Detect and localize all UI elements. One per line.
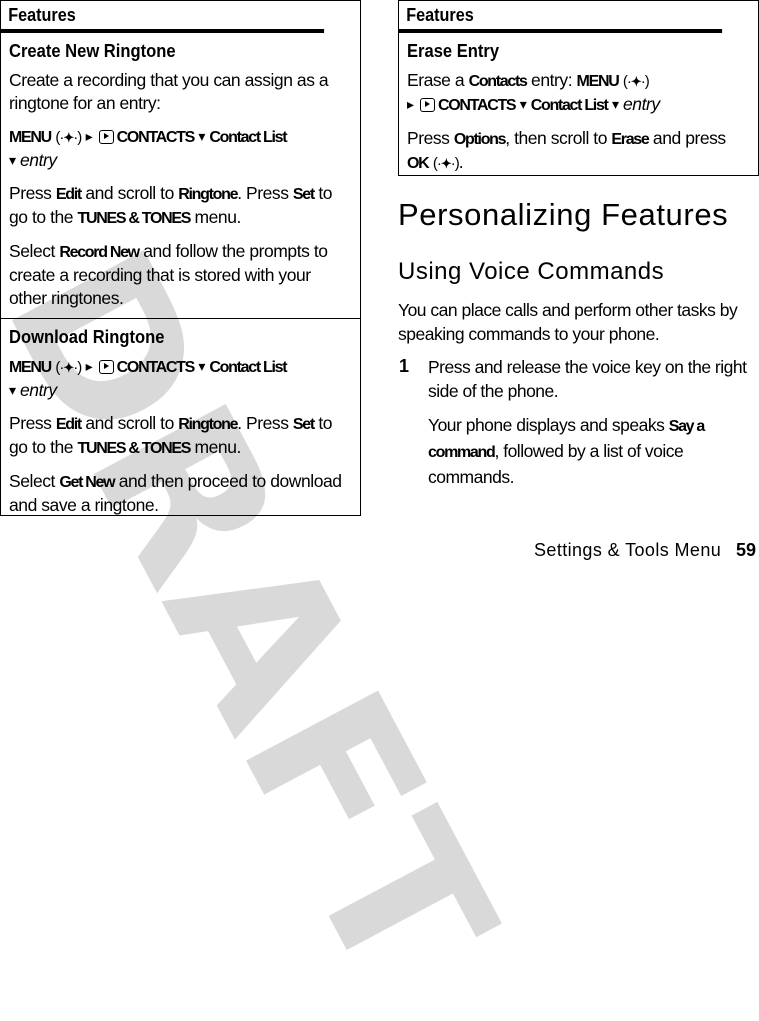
options-key: Options: [453, 131, 507, 148]
section-intro: You can place calls and perform other ta…: [398, 300, 738, 344]
tunes-tones-key: TUNES & TONES: [77, 210, 191, 227]
page-number: 59: [736, 540, 757, 560]
arrow-right-icon: ▸: [85, 358, 93, 374]
contacts-key: Contacts: [468, 73, 528, 90]
contact-list-key: Contact List: [209, 129, 287, 146]
text: menu.: [190, 437, 242, 457]
menu-key: MENU: [576, 73, 620, 90]
menu-path: MENU (·✦·) ▸ CONTACTS ▾ Contact List ▾ e…: [9, 125, 352, 172]
text: , then scroll to: [505, 128, 612, 148]
contacts-key: CONTACTS: [116, 129, 196, 146]
edit-key: Edit: [55, 186, 82, 203]
ringtone-key: Ringtone: [178, 186, 238, 203]
text: .: [458, 152, 464, 172]
arrow-down-icon: ▾: [198, 128, 205, 144]
table-header: Features: [399, 1, 723, 33]
feature-instructions: Press Edit and scroll to Ringtone. Press…: [9, 412, 352, 460]
feature-instructions: Erase a Contacts entry: MENU (·✦·) ▸ CON…: [407, 69, 750, 117]
menu-key: MENU: [9, 129, 52, 146]
text: entry:: [526, 70, 577, 90]
contact-list-key: Contact List: [530, 97, 609, 114]
step-number: 1: [399, 356, 410, 376]
contact-list-key: Contact List: [209, 359, 287, 376]
text: . Press: [237, 413, 293, 433]
feature-title: Download Ringtone: [9, 327, 165, 347]
erase-key: Erase: [611, 131, 649, 148]
table-header: Features: [1, 1, 325, 33]
arrow-right-icon: ▸: [85, 128, 93, 144]
feature-instructions: Press Options, then scroll to Erase and …: [407, 127, 750, 175]
arrow-down-icon: ▾: [9, 152, 16, 168]
text: Erase a: [407, 70, 469, 90]
feature-instructions: Select Get New and then proceed to downl…: [9, 470, 352, 517]
section-title: Personalizing Features: [398, 197, 729, 232]
feature-row-download-ringtone: Download Ringtone MENU (·✦·) ▸ CONTACTS …: [1, 319, 360, 525]
feature-title: Create New Ringtone: [9, 41, 176, 61]
get-new-key: Get New: [59, 474, 115, 491]
ok-key: OK: [407, 155, 430, 172]
footer-section-name: Settings & Tools Menu: [534, 540, 722, 560]
feature-intro: Create a recording that you can assign a…: [9, 70, 329, 113]
text: and scroll to: [80, 183, 179, 203]
contacts-icon: [98, 360, 114, 374]
text: . Press: [237, 183, 293, 203]
text: Press: [9, 413, 56, 433]
menu-path: MENU (·✦·) ▸ CONTACTS ▾ Contact List ▾ e…: [9, 355, 352, 402]
entry-label: entry: [20, 150, 57, 170]
feature-instructions: Press Edit and scroll to Ringtone. Press…: [9, 182, 352, 230]
features-table-left: Features Create New Ringtone Create a re…: [0, 0, 361, 516]
contacts-icon: [98, 130, 114, 144]
nav-key-icon: (·✦·): [432, 155, 460, 172]
nav-key-icon: (·✦·): [55, 129, 82, 146]
contacts-key: CONTACTS: [116, 359, 196, 376]
nav-key-icon: (·✦·): [622, 73, 650, 90]
feature-row-create-ringtone: Create New Ringtone Create a recording t…: [1, 33, 360, 319]
features-table-right: Features Erase Entry Erase a Contacts en…: [398, 0, 759, 176]
text: and press: [648, 128, 726, 148]
step-text: Press and release the voice key on the r…: [428, 357, 747, 401]
text: Your phone displays and speaks: [428, 415, 669, 435]
arrow-down-icon: ▾: [519, 96, 527, 112]
feature-instructions: Select Record New and follow the prompts…: [9, 240, 352, 310]
step-detail: Your phone displays and speaks Say a com…: [428, 413, 748, 489]
arrow-down-icon: ▾: [198, 358, 205, 374]
nav-key-icon: (·✦·): [55, 359, 82, 376]
entry-label: entry: [623, 94, 660, 114]
arrow-down-icon: ▾: [612, 96, 619, 112]
edit-key: Edit: [55, 416, 82, 433]
contacts-icon: [420, 98, 435, 112]
text: and scroll to: [80, 413, 179, 433]
menu-key: MENU: [9, 359, 52, 376]
tunes-tones-key: TUNES & TONES: [77, 440, 191, 457]
text: Select: [9, 241, 60, 261]
arrow-right-icon: ▸: [407, 96, 414, 112]
feature-row-erase-entry: Erase Entry Erase a Contacts entry: MENU…: [399, 33, 758, 183]
contacts-menu-key: CONTACTS: [438, 97, 517, 114]
text: Press: [407, 128, 454, 148]
section-subtitle: Using Voice Commands: [398, 258, 665, 285]
feature-title: Erase Entry: [407, 41, 500, 61]
text: menu.: [190, 207, 242, 227]
set-key: Set: [292, 186, 315, 203]
text: Select: [9, 471, 60, 491]
set-key: Set: [292, 416, 315, 433]
entry-label: entry: [20, 380, 57, 400]
text: Press: [9, 183, 56, 203]
record-new-key: Record New: [59, 244, 140, 261]
ringtone-key: Ringtone: [178, 416, 238, 433]
arrow-down-icon: ▾: [9, 382, 16, 398]
